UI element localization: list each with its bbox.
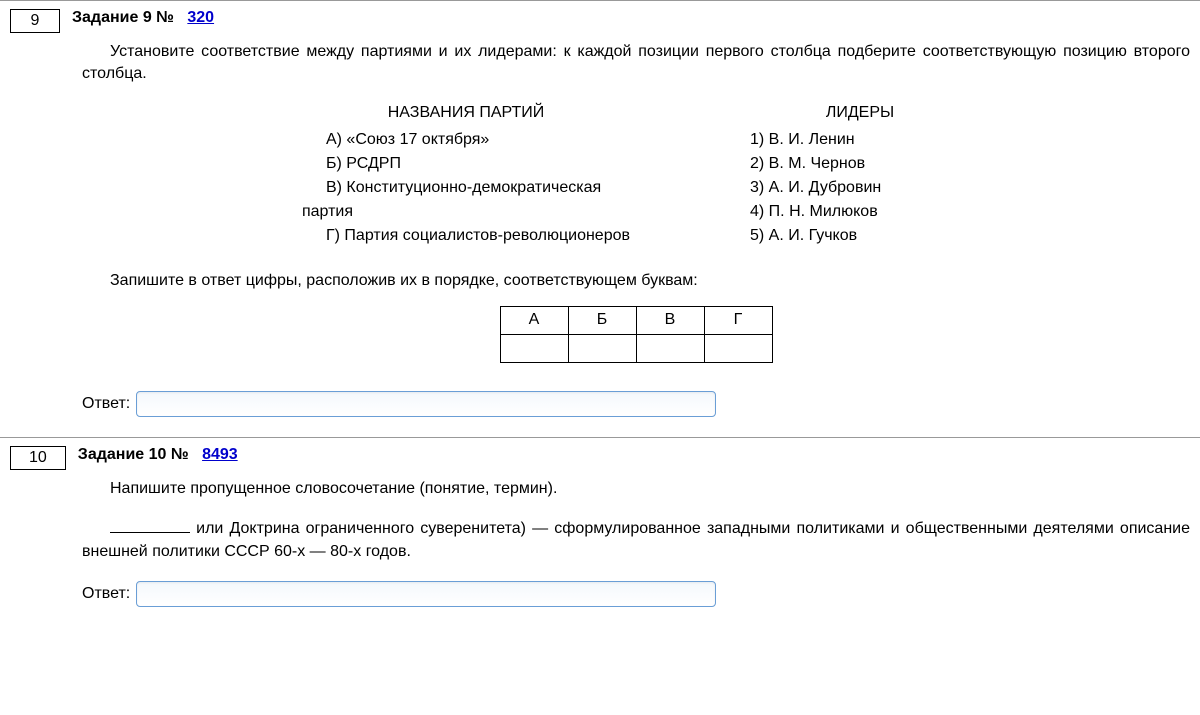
task-title-prefix: Задание 10 №	[78, 446, 189, 463]
left-column-header: НАЗВАНИЯ ПАРТИЙ	[302, 104, 630, 122]
right-item: 1) В. И. Ленин	[750, 128, 970, 152]
answer-label: Ответ:	[82, 585, 130, 603]
answer-input[interactable]	[136, 391, 716, 417]
left-item: Г) Партия социалистов-революционеров	[302, 224, 630, 248]
answer-letter-table: А Б В Г	[500, 306, 773, 363]
task-id-link[interactable]: 8493	[202, 446, 238, 463]
left-item: Б) РСДРП	[302, 152, 630, 176]
left-item: A) «Союз 17 октября»	[302, 128, 630, 152]
right-column-header: ЛИДЕРЫ	[750, 104, 970, 122]
task-header: 10 Задание 10 № 8493	[10, 446, 1190, 470]
right-item: 5) А. И. Гучков	[750, 224, 970, 248]
table-cell	[704, 334, 772, 362]
task-block: 9 Задание 9 № 320 Установите соответстви…	[0, 0, 1200, 437]
right-column: ЛИДЕРЫ 1) В. И. Ленин 2) В. М. Чернов 3)…	[750, 104, 970, 248]
match-columns: НАЗВАНИЯ ПАРТИЙ A) «Союз 17 октября» Б) …	[82, 104, 1190, 248]
table-cell: А	[500, 306, 568, 334]
answer-label: Ответ:	[82, 395, 130, 413]
right-column-items: 1) В. И. Ленин 2) В. М. Чернов 3) А. И. …	[750, 128, 970, 248]
table-cell: Г	[704, 306, 772, 334]
table-cell	[500, 334, 568, 362]
left-column: НАЗВАНИЯ ПАРТИЙ A) «Союз 17 октября» Б) …	[302, 104, 630, 248]
right-item: 4) П. Н. Милюков	[750, 200, 970, 224]
table-header-row: А Б В Г	[500, 306, 772, 334]
table-cell	[636, 334, 704, 362]
table-cell: В	[636, 306, 704, 334]
task-body-after: или Доктрина ограниченного суверенитета)…	[82, 520, 1190, 559]
answer-input[interactable]	[136, 581, 716, 607]
answer-instruction: Запишите в ответ цифры, расположив их в …	[82, 272, 1190, 290]
task-body-text: или Доктрина ограниченного суверенитета)…	[82, 518, 1190, 563]
task-header: 9 Задание 9 № 320	[10, 9, 1190, 33]
left-item: B) Конституционно-демократическаяпартия	[302, 176, 630, 224]
table-empty-row	[500, 334, 772, 362]
task-number-box: 10	[10, 446, 66, 470]
task-number-box: 9	[10, 9, 60, 33]
task-content: Установите соответствие между партиями и…	[82, 41, 1190, 417]
answer-row: Ответ:	[82, 391, 1190, 417]
table-cell: Б	[568, 306, 636, 334]
right-item: 3) А. И. Дубровин	[750, 176, 970, 200]
right-item: 2) В. М. Чернов	[750, 152, 970, 176]
blank-fill	[110, 532, 190, 533]
task-content: Напишите пропущенное словосочетание (пон…	[82, 478, 1190, 607]
task-block: 10 Задание 10 № 8493 Напишите пропущенно…	[0, 437, 1200, 627]
answer-row: Ответ:	[82, 581, 1190, 607]
left-column-items: A) «Союз 17 октября» Б) РСДРП B) Констит…	[302, 128, 630, 248]
task-intro-text: Установите соответствие между партиями и…	[82, 41, 1190, 86]
table-cell	[568, 334, 636, 362]
task-id-link[interactable]: 320	[187, 9, 214, 26]
task-intro-text: Напишите пропущенное словосочетание (пон…	[82, 478, 1190, 500]
task-title-prefix: Задание 9 №	[72, 9, 174, 26]
